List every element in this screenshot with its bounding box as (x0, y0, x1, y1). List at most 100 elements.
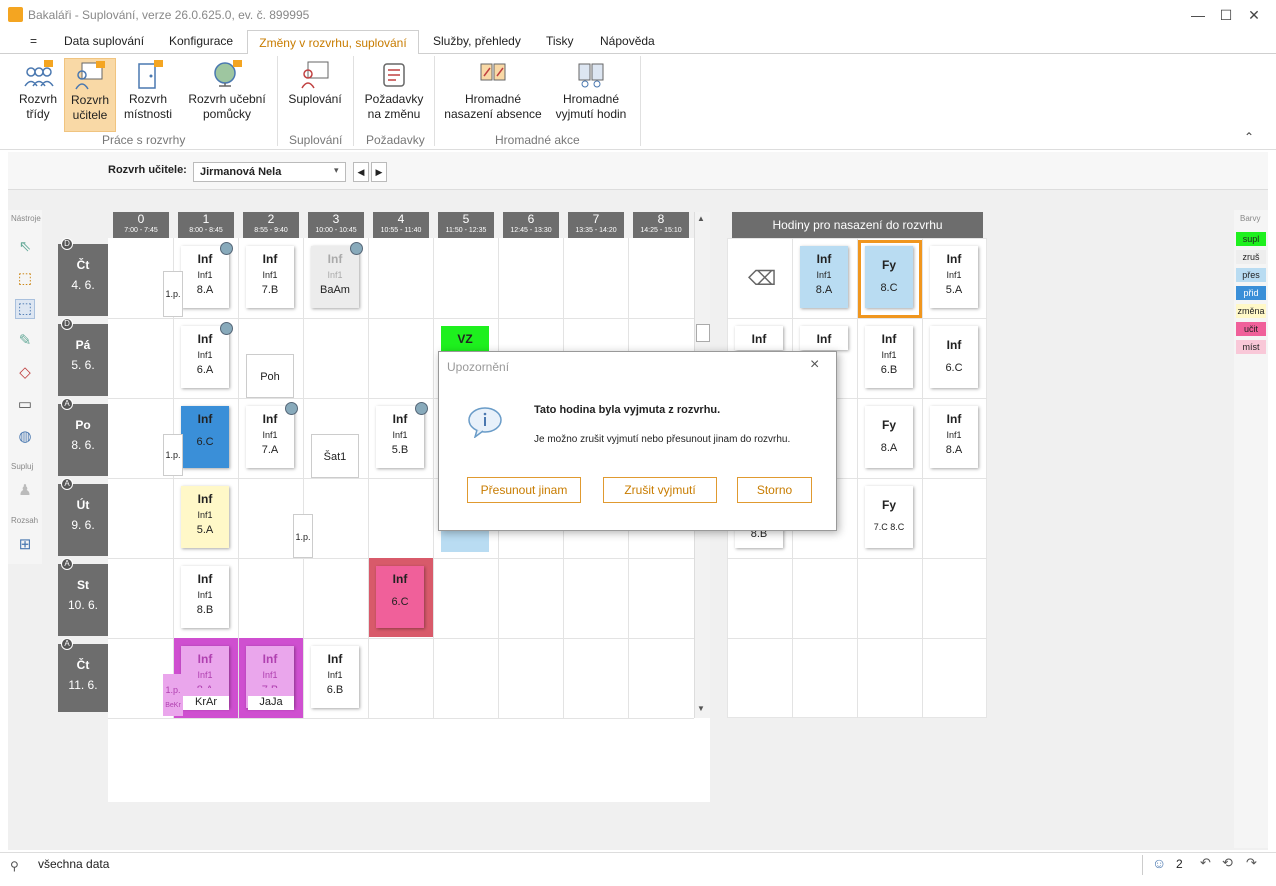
globe-tool-icon[interactable]: ◍ (16, 428, 34, 446)
lesson-card[interactable]: Inf Inf1 7.B (246, 246, 294, 308)
lesson-card[interactable]: Inf Inf1 7.A (246, 402, 298, 468)
week-tag: D (61, 318, 73, 330)
subject: Inf (197, 572, 213, 586)
period-number: 5 (462, 212, 470, 226)
period-header: 6 12:45 - 13:30 (503, 212, 559, 238)
lesson-card[interactable]: Inf Inf1 8.A (181, 242, 233, 308)
unplaced-lesson-card[interactable]: Inf (800, 326, 848, 350)
week-tag: A (61, 638, 73, 650)
rozvrh-ucitele-button[interactable]: Rozvrh učitele (64, 58, 116, 132)
subject: Inf (262, 252, 278, 266)
unplaced-lesson-card[interactable]: Inf Inf1 6.B (865, 326, 913, 388)
eraser-tool-icon[interactable]: ◇ (16, 364, 34, 382)
subject: Inf (197, 412, 213, 426)
substitute-tool-icon[interactable]: ♟ (16, 482, 34, 500)
pozadavky-button[interactable]: Požadavky na změnu (362, 58, 426, 122)
hromadne-nasazeni-absence-button[interactable]: Hromadné nasazení absence (444, 58, 542, 122)
week-tag: A (61, 478, 73, 490)
subject: Inf (197, 332, 213, 346)
period-number: 1 (202, 212, 210, 226)
lesson-card-teacher[interactable]: Inf 6.C (376, 566, 424, 628)
menu-hamburger[interactable]: = (30, 34, 37, 48)
tab-konfigurace[interactable]: Konfigurace (169, 34, 233, 48)
tab-sluzby[interactable]: Služby, přehledy (433, 34, 521, 48)
lesson-card-removed[interactable]: Inf Inf1 BaAm (311, 242, 363, 308)
edit-tool-icon[interactable]: ✎ (16, 332, 34, 350)
unplaced-lesson-card[interactable]: Inf Inf1 8.A (930, 406, 978, 468)
unplaced-lesson-card-selected[interactable]: Fy 8.C (865, 246, 913, 308)
period-header: 0 7:00 - 7:45 (113, 212, 169, 238)
subject: Inf (816, 332, 832, 346)
maximize-button[interactable]: ☐ (1214, 4, 1238, 26)
tab-data-suplovani[interactable]: Data suplování (64, 34, 144, 48)
lesson-card[interactable]: Inf Inf1 5.B (376, 402, 428, 468)
unplaced-lesson-card[interactable]: Inf 6.C (930, 326, 978, 388)
period-marker: 1.p. (163, 434, 183, 476)
lesson-card-added[interactable]: Inf 6.C (181, 406, 229, 468)
tab-tisky[interactable]: Tisky (546, 34, 574, 48)
history-icon[interactable]: ⟲ (1222, 855, 1233, 871)
class: 6.B (326, 684, 344, 696)
suplovani-button[interactable]: Suplování (286, 58, 344, 107)
lesson-card[interactable]: Šat1 (311, 434, 359, 478)
period-time: 14:25 - 15:10 (640, 227, 682, 234)
period-number: 8 (657, 212, 665, 226)
next-teacher-button[interactable]: ▶ (371, 162, 387, 182)
monitor-tool-icon[interactable]: ▭ (16, 396, 34, 414)
scroll-up-icon[interactable]: ▲ (697, 214, 705, 223)
rozvrh-ucebni-pomucky-button[interactable]: Rozvrh učební pomůcky (186, 58, 268, 122)
day-name: St (77, 578, 89, 592)
period-number: 7 (592, 212, 600, 226)
day-date: 10. 6. (67, 598, 99, 612)
rozvrh-mistnosti-button[interactable]: Rozvrh místnosti (121, 58, 175, 122)
move-elsewhere-button[interactable]: Přesunout jinam (467, 477, 581, 503)
storno-button[interactable]: Storno (737, 477, 812, 503)
rozsah-section-label: Rozsah (11, 516, 39, 525)
lesson-card[interactable]: Inf Inf1 6.B (311, 646, 359, 708)
rozvrh-mistnosti-label2: místnosti (123, 107, 172, 121)
range-tool-icon[interactable]: ⊞ (16, 536, 34, 554)
minimize-button[interactable]: — (1186, 4, 1210, 26)
tab-napoveda[interactable]: Nápověda (600, 34, 655, 48)
eraser-icon[interactable]: ⌫ (748, 266, 776, 290)
cancel-removal-button[interactable]: Zrušit vyjmutí (603, 477, 717, 503)
period-time: 8:00 - 8:45 (189, 227, 223, 234)
class: 7.B (246, 684, 294, 688)
collapse-ribbon-icon[interactable]: ⌃ (1244, 130, 1254, 144)
unplaced-lesson-card[interactable]: Inf (735, 326, 783, 350)
period-marker: 1.p. (163, 271, 183, 317)
hromadne-vyjmuti-hodin-button[interactable]: Hromadné vyjmutí hodin (550, 58, 632, 122)
lesson-card[interactable]: Poh (246, 354, 294, 398)
close-button[interactable]: ✕ (1242, 4, 1266, 26)
pointer-tool-icon[interactable]: ⇖ (16, 238, 34, 256)
scroll-thumb[interactable] (696, 324, 710, 342)
day-date: 8. 6. (71, 438, 95, 452)
unplaced-lesson-card[interactable]: Inf Inf1 8.A (800, 246, 848, 308)
event-card[interactable]: VZ (441, 326, 489, 352)
filter-icon[interactable]: ⚲ (10, 859, 19, 873)
scroll-down-icon[interactable]: ▼ (697, 704, 705, 713)
lesson-card[interactable]: Inf Inf1 8.B (181, 566, 229, 628)
unplaced-lesson-card[interactable]: Fy 7.C 8.C (865, 486, 913, 548)
unplaced-lesson-card[interactable]: Fy 8.A (865, 406, 913, 468)
redo-icon[interactable]: ↷ (1246, 855, 1257, 871)
unplaced-lesson-card[interactable]: Inf Inf1 5.A (930, 246, 978, 308)
remove-tool-icon[interactable]: ⬚ (15, 299, 35, 319)
teacher-select-value: Jirmanová Nela (200, 166, 282, 178)
teacher-code: BaAm (320, 284, 350, 296)
week-tag: D (61, 238, 73, 250)
teacher-select[interactable]: Jirmanová Nela ▾ (193, 162, 346, 182)
tab-zmeny-v-rozvrhu[interactable]: Změny v rozvrhu, suplování (247, 30, 419, 55)
globe-icon (211, 58, 243, 90)
lesson-card[interactable]: Inf Inf1 6.A (181, 322, 233, 388)
subject: Inf (262, 412, 278, 426)
rozvrh-tridy-button[interactable]: Rozvrh třídy (14, 58, 62, 122)
dialog-title: Upozornění (447, 360, 510, 374)
lesson-card-changed[interactable]: Inf Inf1 5.A (181, 486, 229, 548)
move-tool-icon[interactable]: ⬚ (16, 270, 34, 288)
rozvrh-ucitele-label2: učitele (72, 108, 108, 122)
prev-teacher-button[interactable]: ◀ (353, 162, 369, 182)
undo-icon[interactable]: ↶ (1200, 855, 1211, 871)
dialog-close-button[interactable]: × (810, 356, 819, 374)
day-name: Pá (75, 338, 91, 352)
